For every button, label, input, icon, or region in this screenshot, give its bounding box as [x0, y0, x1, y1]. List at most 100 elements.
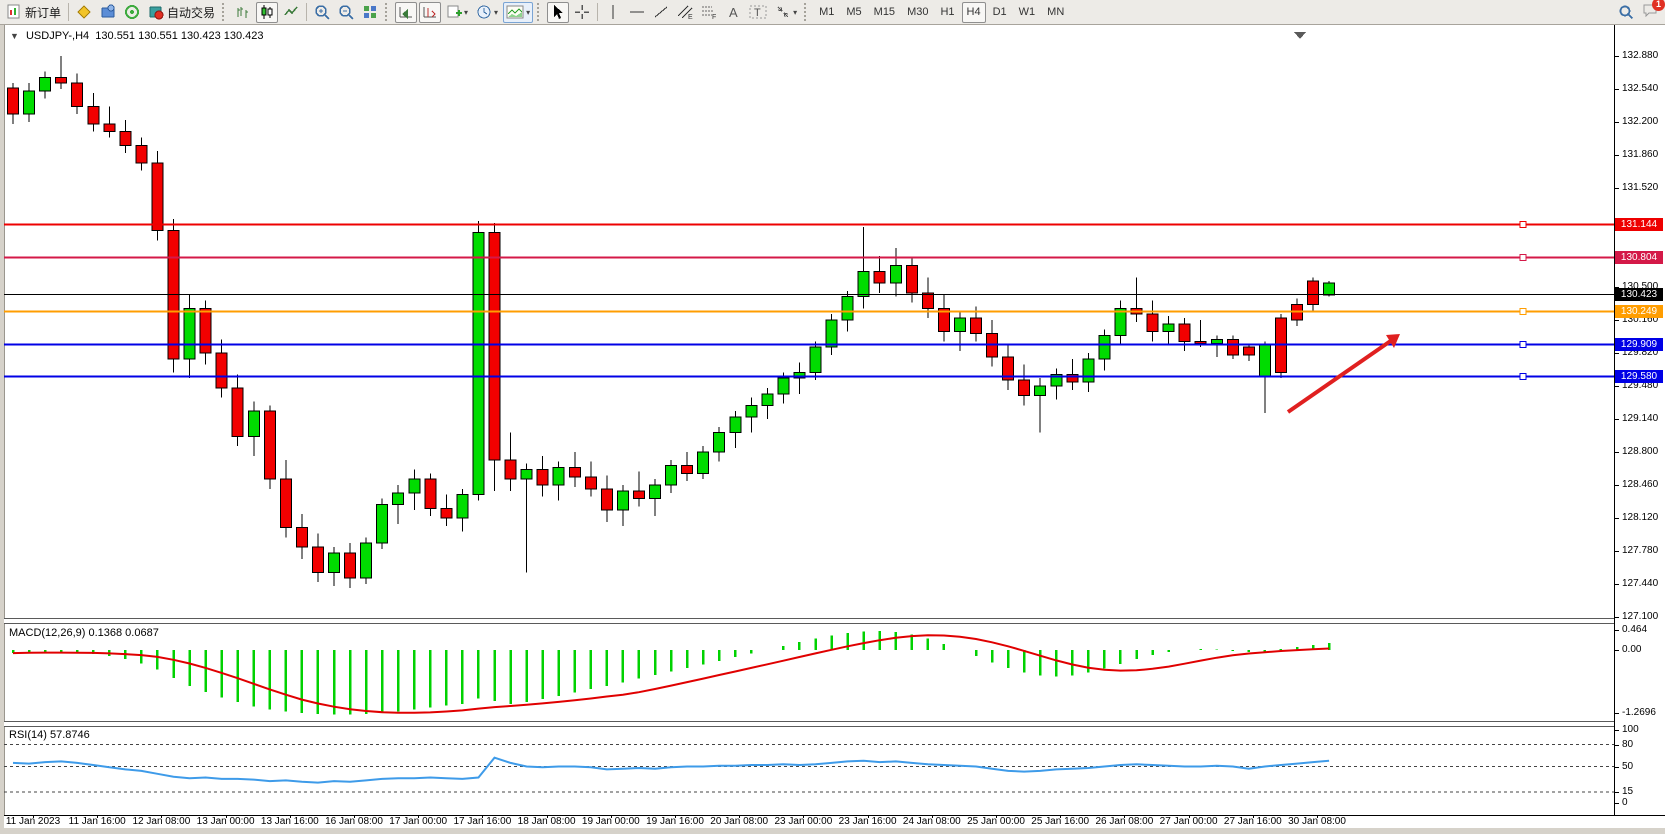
notifications-button[interactable]: 1 [1639, 2, 1662, 23]
horizontal-line-button[interactable] [626, 2, 648, 23]
timeframe-button-h4[interactable]: H4 [962, 2, 986, 23]
line-handle[interactable] [1520, 221, 1526, 227]
timeframe-button-m30[interactable]: M30 [902, 2, 933, 23]
new-chart-icon [446, 4, 462, 20]
template-button[interactable]: ▾ [503, 2, 533, 23]
candle-body [826, 320, 837, 347]
macd-label: MACD(12,26,9) 0.1368 0.0687 [9, 627, 159, 639]
candlestick-chart-button[interactable] [256, 2, 278, 23]
timeframe-button-m15[interactable]: M15 [869, 2, 900, 23]
time-label: 12 Jan 08:00 [132, 816, 190, 827]
strategy-tester-button[interactable] [121, 2, 143, 23]
crosshair-button[interactable] [571, 2, 593, 23]
timeframe-button-h1[interactable]: H1 [935, 2, 959, 23]
timeframe-button-w1[interactable]: W1 [1014, 2, 1041, 23]
timeframe-button-mn[interactable]: MN [1042, 2, 1069, 23]
auto-scroll-button[interactable] [395, 2, 417, 23]
time-label: 17 Jan 16:00 [453, 816, 511, 827]
toolbar-grip [222, 3, 228, 21]
axis-tick [1615, 767, 1619, 768]
vertical-line-button[interactable] [602, 2, 624, 23]
line-handle[interactable] [1520, 254, 1526, 260]
text-label-icon: T [749, 4, 767, 20]
line-chart-icon [283, 4, 299, 20]
rsi-line [13, 758, 1329, 783]
time-label: 11 Jan 2023 [6, 816, 60, 827]
rsi-scale-label: 0 [1622, 797, 1628, 808]
chevron-down-icon: ▾ [526, 8, 530, 17]
axis-tick [1615, 792, 1619, 793]
cursor-button[interactable] [547, 2, 569, 23]
text-button[interactable]: A [722, 2, 744, 23]
chevron-down-icon: ▾ [793, 8, 797, 17]
timeframe-button-m5[interactable]: M5 [841, 2, 866, 23]
timeframe-button-d1[interactable]: D1 [988, 2, 1012, 23]
time-axis[interactable]: 11 Jan 202311 Jan 16:0012 Jan 08:0013 Ja… [4, 816, 1665, 828]
zoom-in-button[interactable] [311, 2, 333, 23]
candle-body [489, 233, 500, 460]
candle-body [1259, 345, 1270, 376]
tile-windows-icon [362, 4, 378, 20]
diamond-icon [76, 4, 92, 20]
signal-icon [124, 4, 140, 20]
new-order-button[interactable]: 新订单 [3, 2, 64, 23]
bar-chart-icon [235, 4, 251, 20]
bar-chart-button[interactable] [232, 2, 254, 23]
zoom-out-button[interactable] [335, 2, 357, 23]
search-button[interactable] [1615, 2, 1637, 23]
arrows-button[interactable]: ▾ [772, 2, 800, 23]
line-handle[interactable] [1520, 341, 1526, 347]
price-line-label: 131.144 [1615, 218, 1663, 231]
chart-shift-button[interactable] [419, 2, 441, 23]
candle-body [650, 485, 661, 499]
price-scale[interactable]: 132.880132.540132.200131.860131.520130.5… [1615, 25, 1665, 815]
line-handle[interactable] [1520, 308, 1526, 314]
candle-body [248, 411, 259, 436]
zoom-in-icon [314, 4, 330, 20]
time-label: 23 Jan 00:00 [774, 816, 832, 827]
candle-body [152, 163, 163, 231]
candle-body [104, 124, 115, 132]
time-label: 16 Jan 08:00 [325, 816, 383, 827]
candle-body [264, 411, 275, 479]
axis-tick [1615, 89, 1619, 90]
time-label: 23 Jan 16:00 [839, 816, 897, 827]
auto-trading-button[interactable]: 自动交易 [145, 2, 218, 23]
main-price-chart[interactable] [0, 25, 1665, 618]
axis-tick [1615, 584, 1619, 585]
price-line-label: 130.423 [1615, 288, 1663, 301]
candle-body [120, 132, 131, 146]
line-chart-button[interactable] [280, 2, 302, 23]
period-button[interactable]: ▾ [473, 2, 501, 23]
axis-tick [1615, 188, 1619, 189]
macd-scale-label: 0.00 [1622, 644, 1641, 655]
svg-text:T: T [754, 7, 761, 19]
rsi-scale-label: 100 [1622, 724, 1639, 735]
template-icon [506, 5, 524, 19]
timeframe-group: M1M5M15M30H1H4D1W1MN [813, 2, 1070, 23]
equidistant-channel-button[interactable]: E [674, 2, 696, 23]
data-window-button[interactable] [97, 2, 119, 23]
candle-body [1019, 380, 1030, 396]
candle-body [1083, 359, 1094, 382]
candle-body [537, 469, 548, 485]
candle-body [1324, 283, 1335, 295]
line-handle[interactable] [1520, 373, 1526, 379]
market-watch-button[interactable] [73, 2, 95, 23]
tile-windows-button[interactable] [359, 2, 381, 23]
text-label-button[interactable]: T [746, 2, 770, 23]
one-click-trading-toggle-icon[interactable]: ▼ [10, 31, 19, 41]
trendline-button[interactable] [650, 2, 672, 23]
new-order-label: 新订单 [25, 4, 61, 21]
fibonacci-button[interactable]: F [698, 2, 720, 23]
candle-body [393, 493, 404, 505]
time-label: 19 Jan 16:00 [646, 816, 704, 827]
new-chart-button[interactable]: ▾ [443, 2, 471, 23]
timeframe-button-m1[interactable]: M1 [814, 2, 839, 23]
candle-body [633, 491, 644, 499]
chart-shift-marker[interactable] [1294, 32, 1306, 39]
candle-body [585, 477, 596, 489]
time-label: 27 Jan 00:00 [1160, 816, 1218, 827]
candle-body [569, 468, 580, 478]
candle-body [842, 297, 853, 320]
